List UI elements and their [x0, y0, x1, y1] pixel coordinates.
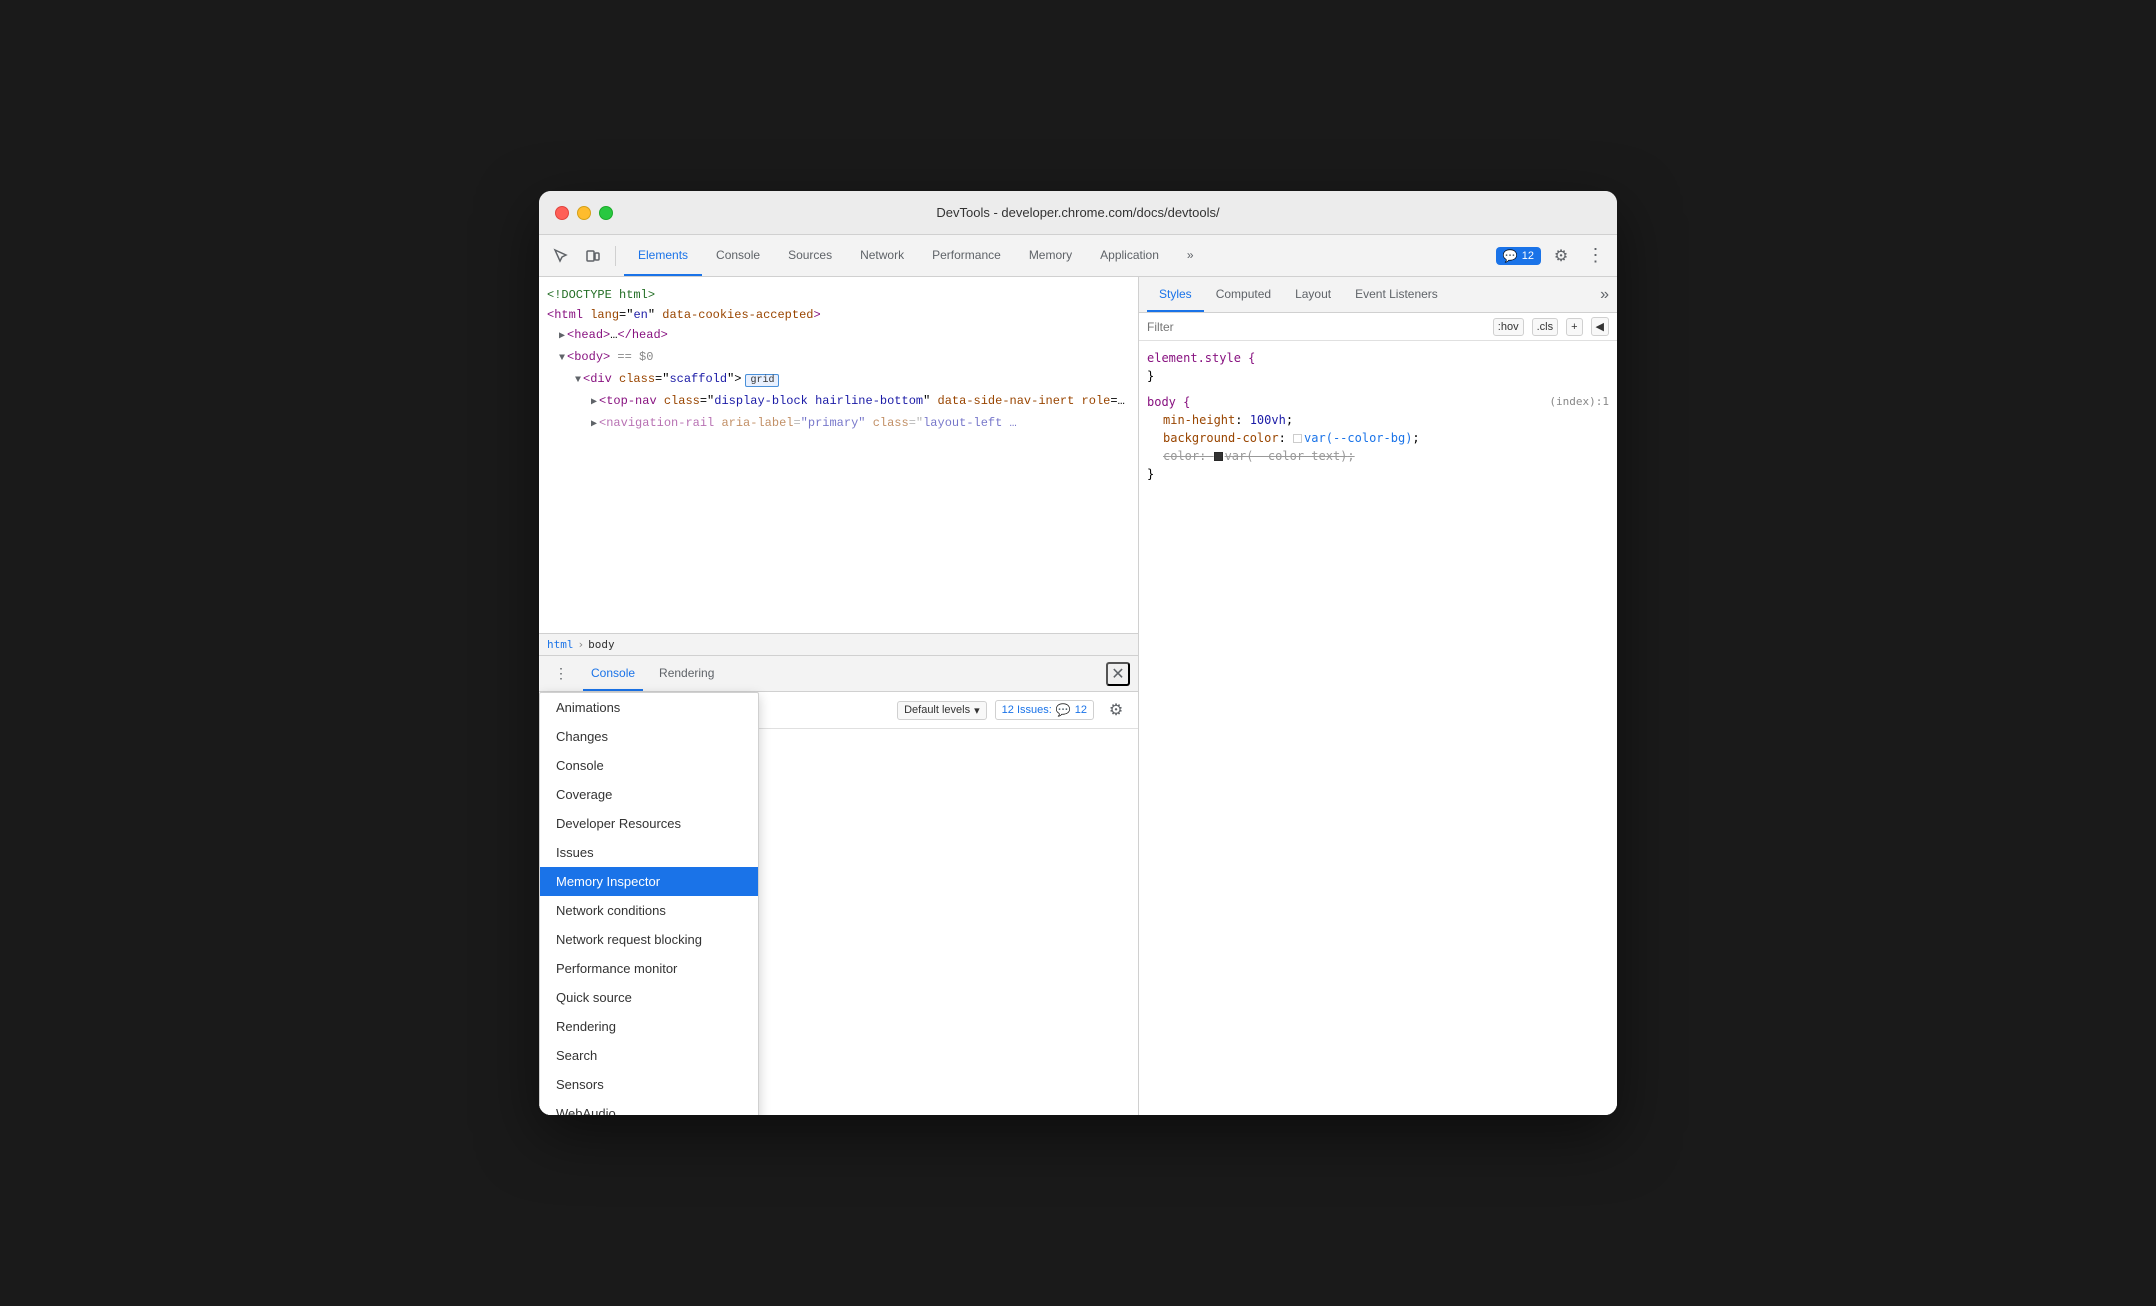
chevron-down-icon: ▾: [974, 704, 980, 717]
bottom-tab-rendering[interactable]: Rendering: [651, 656, 722, 691]
add-style-button[interactable]: +: [1566, 318, 1582, 336]
minimize-button[interactable]: [577, 206, 591, 220]
styles-tab-bar: Styles Computed Layout Event Listeners »: [1139, 277, 1617, 313]
hov-button[interactable]: :hov: [1493, 318, 1524, 336]
console-issues-badge[interactable]: 12 Issues: 💬 12: [995, 700, 1094, 720]
inspect-element-button[interactable]: [547, 242, 575, 270]
issues-badge[interactable]: 💬 12: [1496, 247, 1541, 265]
toggle-sidebar-button[interactable]: ◀: [1591, 317, 1609, 336]
device-toolbar-button[interactable]: [579, 242, 607, 270]
tab-performance[interactable]: Performance: [918, 235, 1015, 276]
tab-more[interactable]: »: [1173, 235, 1208, 276]
levels-dropdown[interactable]: Default levels ▾: [897, 701, 987, 720]
dom-line[interactable]: ▼<div class="scaffold">grid: [539, 369, 1138, 391]
toolbar-divider: [615, 246, 616, 266]
issues-icon-small: 💬: [1056, 703, 1071, 717]
element-style-selector: element.style {: [1147, 349, 1609, 367]
dom-line[interactable]: <html lang="en" data-cookies-accepted>: [539, 305, 1138, 325]
dom-line[interactable]: ▶<top-nav class="display-block hairline-…: [539, 391, 1138, 413]
settings-button[interactable]: ⚙: [1547, 242, 1575, 270]
dropdown-item-network-conditions[interactable]: Network conditions: [540, 896, 758, 925]
dropdown-item-console[interactable]: Console: [540, 751, 758, 780]
styles-tab-event-listeners[interactable]: Event Listeners: [1343, 277, 1450, 312]
maximize-button[interactable]: [599, 206, 613, 220]
dropdown-item-rendering[interactable]: Rendering: [540, 1012, 758, 1041]
bottom-tab-console[interactable]: Console: [583, 656, 643, 691]
cls-button[interactable]: .cls: [1532, 318, 1559, 336]
dropdown-item-quick-source[interactable]: Quick source: [540, 983, 758, 1012]
console-settings-button[interactable]: ⚙: [1102, 696, 1130, 724]
dom-line[interactable]: ▶<navigation-rail aria-label="primary" c…: [539, 413, 1138, 435]
styles-content: element.style { } body { (index):1: [1139, 341, 1617, 1115]
element-style-close: }: [1147, 367, 1609, 385]
drawer-dropdown: Animations Changes Console Coverage: [539, 692, 759, 1115]
dom-line[interactable]: ▶<head>…</head>: [539, 325, 1138, 347]
dropdown-item-animations[interactable]: Animations: [540, 693, 758, 722]
more-options-button[interactable]: ⋮: [1581, 242, 1609, 270]
tab-bar: Elements Console Sources Network Perform…: [624, 235, 1492, 276]
main-area: <!DOCTYPE html> <html lang="en" data-coo…: [539, 277, 1617, 1115]
dropdown-item-memory-inspector[interactable]: Memory Inspector: [540, 867, 758, 896]
breadcrumb: html › body: [539, 633, 1138, 655]
styles-tab-layout[interactable]: Layout: [1283, 277, 1343, 312]
color-swatch-text[interactable]: [1214, 452, 1223, 461]
issues-icon: 💬: [1503, 249, 1518, 263]
color-swatch-bg[interactable]: [1293, 434, 1302, 443]
dropdown-item-sensors[interactable]: Sensors: [540, 1070, 758, 1099]
tab-console[interactable]: Console: [702, 235, 774, 276]
tab-elements[interactable]: Elements: [624, 235, 702, 276]
dropdown-item-changes[interactable]: Changes: [540, 722, 758, 751]
bottom-toolbar: ⋮ Console Rendering ✕ Animations: [539, 656, 1138, 692]
body-rule-block: body { (index):1 min-height: 100vh; back…: [1147, 393, 1609, 483]
styles-tab-styles[interactable]: Styles: [1147, 277, 1204, 312]
toolbar-right: 💬 12 ⚙ ⋮: [1496, 242, 1609, 270]
dropdown-item-developer-resources[interactable]: Developer Resources: [540, 809, 758, 838]
left-panel: <!DOCTYPE html> <html lang="en" data-coo…: [539, 277, 1139, 1115]
tab-network[interactable]: Network: [846, 235, 918, 276]
tab-application[interactable]: Application: [1086, 235, 1173, 276]
dropdown-item-network-request-blocking[interactable]: Network request blocking: [540, 925, 758, 954]
drawer-menu-button[interactable]: ⋮: [547, 660, 575, 688]
styles-filter-bar: :hov .cls + ◀: [1139, 313, 1617, 341]
devtools-panel: Elements Console Sources Network Perform…: [539, 235, 1617, 1115]
dropdown-item-issues[interactable]: Issues: [540, 838, 758, 867]
dropdown-item-search[interactable]: Search: [540, 1041, 758, 1070]
window-title: DevTools - developer.chrome.com/docs/dev…: [936, 205, 1219, 220]
dom-tree[interactable]: <!DOCTYPE html> <html lang="en" data-coo…: [539, 277, 1138, 633]
close-button[interactable]: [555, 206, 569, 220]
tab-memory[interactable]: Memory: [1015, 235, 1086, 276]
devtools-window: DevTools - developer.chrome.com/docs/dev…: [539, 191, 1617, 1115]
title-bar: DevTools - developer.chrome.com/docs/dev…: [539, 191, 1617, 235]
body-rule-close: }: [1147, 465, 1609, 483]
tab-sources[interactable]: Sources: [774, 235, 846, 276]
dom-line[interactable]: ▼<body> == $0: [539, 347, 1138, 369]
traffic-lights: [555, 206, 613, 220]
bottom-panel: ⋮ Console Rendering ✕ Animations: [539, 655, 1138, 1115]
breadcrumb-html[interactable]: html: [547, 638, 574, 651]
dropdown-item-coverage[interactable]: Coverage: [540, 780, 758, 809]
styles-tab-more[interactable]: »: [1600, 286, 1609, 304]
dom-line: <!DOCTYPE html>: [539, 285, 1138, 305]
element-style-block: element.style { }: [1147, 349, 1609, 385]
right-panel: Styles Computed Layout Event Listeners »: [1139, 277, 1617, 1115]
top-toolbar: Elements Console Sources Network Perform…: [539, 235, 1617, 277]
dropdown-item-webaudio[interactable]: WebAudio: [540, 1099, 758, 1115]
body-rule-selector-line: body { (index):1: [1147, 393, 1609, 411]
styles-filter-input[interactable]: [1147, 320, 1485, 334]
body-rule-props: min-height: 100vh; background-color: var…: [1147, 411, 1609, 465]
dropdown-item-performance-monitor[interactable]: Performance monitor: [540, 954, 758, 983]
breadcrumb-body[interactable]: body: [588, 638, 615, 651]
close-drawer-button[interactable]: ✕: [1106, 662, 1130, 686]
styles-tab-computed[interactable]: Computed: [1204, 277, 1283, 312]
